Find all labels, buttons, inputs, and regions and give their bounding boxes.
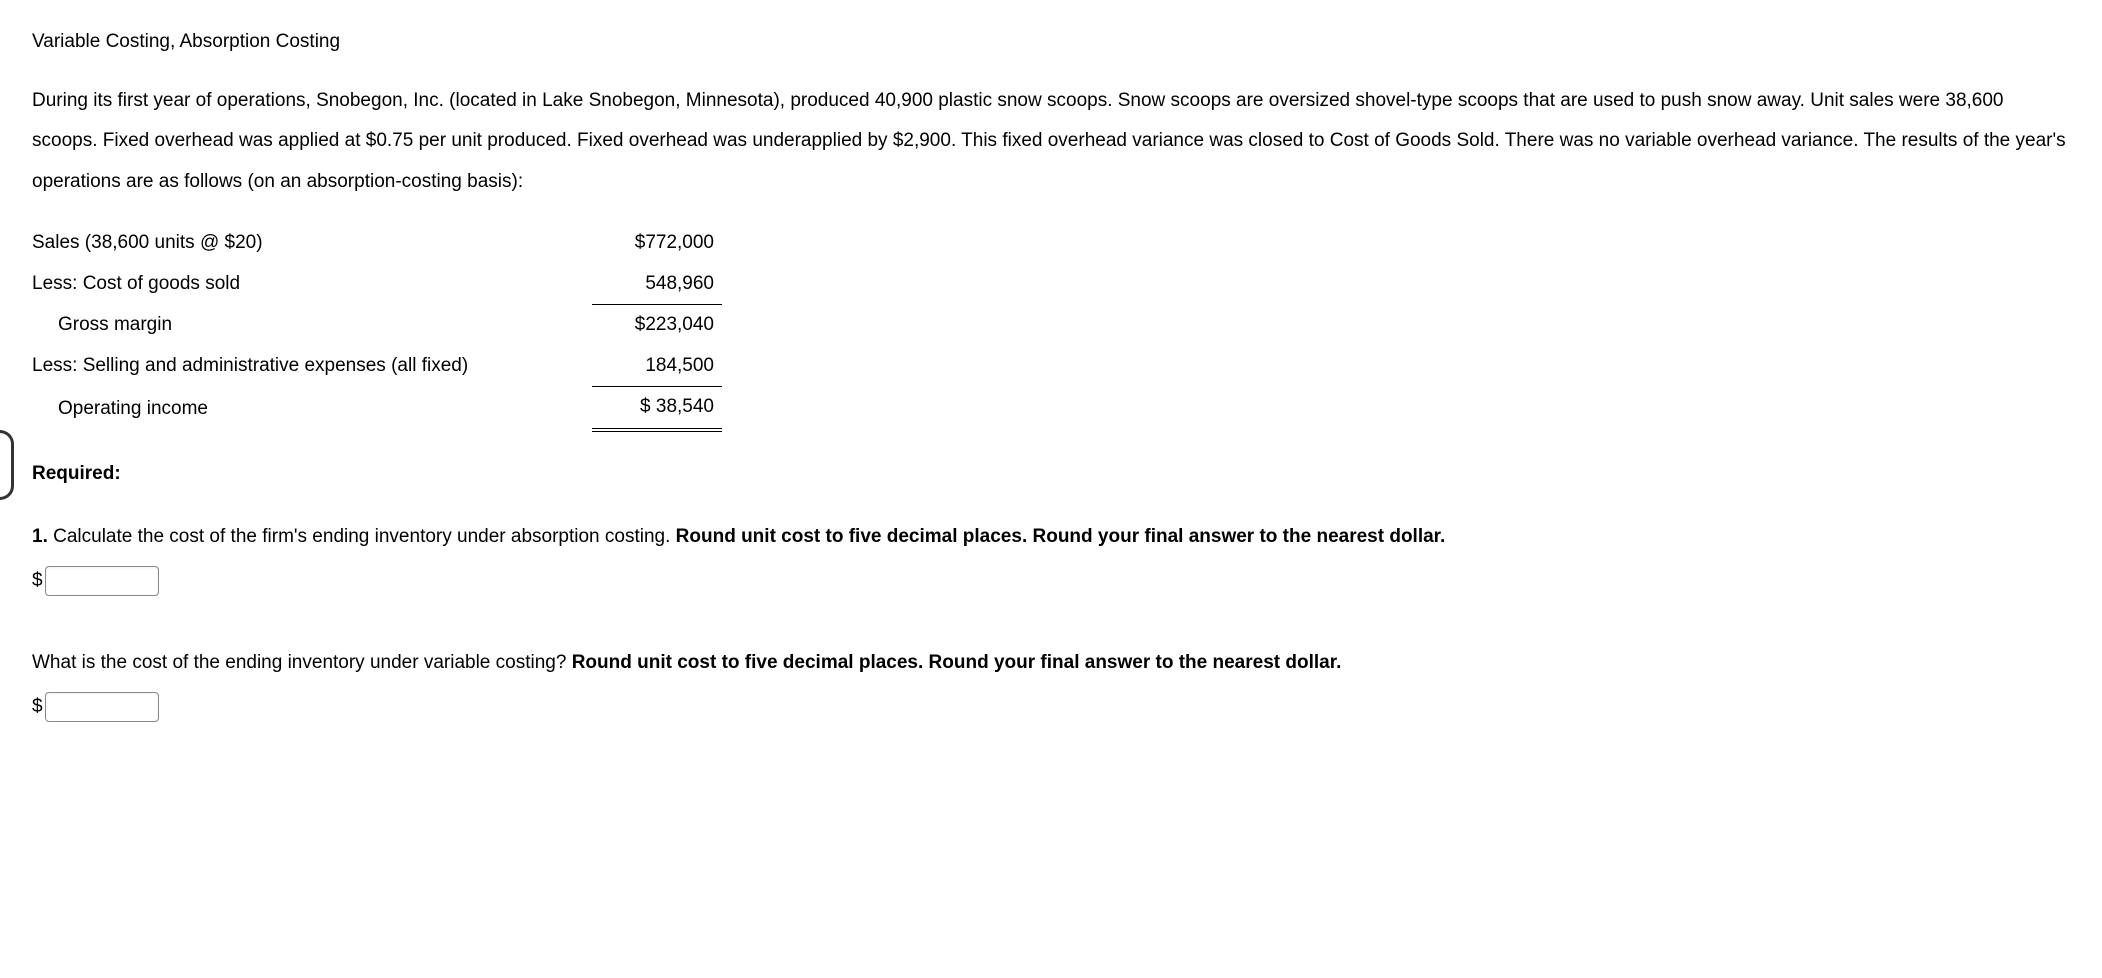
table-row: Sales (38,600 units @ $20) $772,000 xyxy=(32,223,722,264)
row-value: 548,960 xyxy=(592,264,722,305)
answer-row-2: $ xyxy=(32,692,2070,722)
row-label: Less: Cost of goods sold xyxy=(32,264,592,305)
row-label: Operating income xyxy=(32,387,592,430)
row-label: Sales (38,600 units @ $20) xyxy=(32,223,592,264)
question-text: Calculate the cost of the firm's ending … xyxy=(53,526,676,547)
page-title: Variable Costing, Absorption Costing xyxy=(32,28,2070,57)
required-heading: Required: xyxy=(32,460,2070,489)
answer-input-1[interactable] xyxy=(45,566,159,596)
decorative-arc xyxy=(0,430,14,500)
currency-symbol: $ xyxy=(32,567,43,596)
table-row: Gross margin $223,040 xyxy=(32,305,722,346)
table-row: Less: Selling and administrative expense… xyxy=(32,346,722,387)
question-instruction: Round unit cost to five decimal places. … xyxy=(572,652,1342,673)
question-text: What is the cost of the ending inventory… xyxy=(32,652,572,673)
row-value: $223,040 xyxy=(592,305,722,346)
row-value: $ 38,540 xyxy=(592,387,722,430)
row-label: Gross margin xyxy=(32,305,592,346)
question-2: What is the cost of the ending inventory… xyxy=(32,644,2070,682)
row-value: $772,000 xyxy=(592,223,722,264)
currency-symbol: $ xyxy=(32,693,43,722)
table-row: Less: Cost of goods sold 548,960 xyxy=(32,264,722,305)
answer-row-1: $ xyxy=(32,566,2070,596)
income-statement-table: Sales (38,600 units @ $20) $772,000 Less… xyxy=(32,223,722,432)
question-1: 1. Calculate the cost of the firm's endi… xyxy=(32,518,2070,556)
question-number: 1. xyxy=(32,526,53,547)
row-value: 184,500 xyxy=(592,346,722,387)
problem-description: During its first year of operations, Sno… xyxy=(32,81,2070,204)
question-instruction: Round unit cost to five decimal places. … xyxy=(676,526,1446,547)
table-row: Operating income $ 38,540 xyxy=(32,387,722,430)
answer-input-2[interactable] xyxy=(45,692,159,722)
row-label: Less: Selling and administrative expense… xyxy=(32,346,592,387)
